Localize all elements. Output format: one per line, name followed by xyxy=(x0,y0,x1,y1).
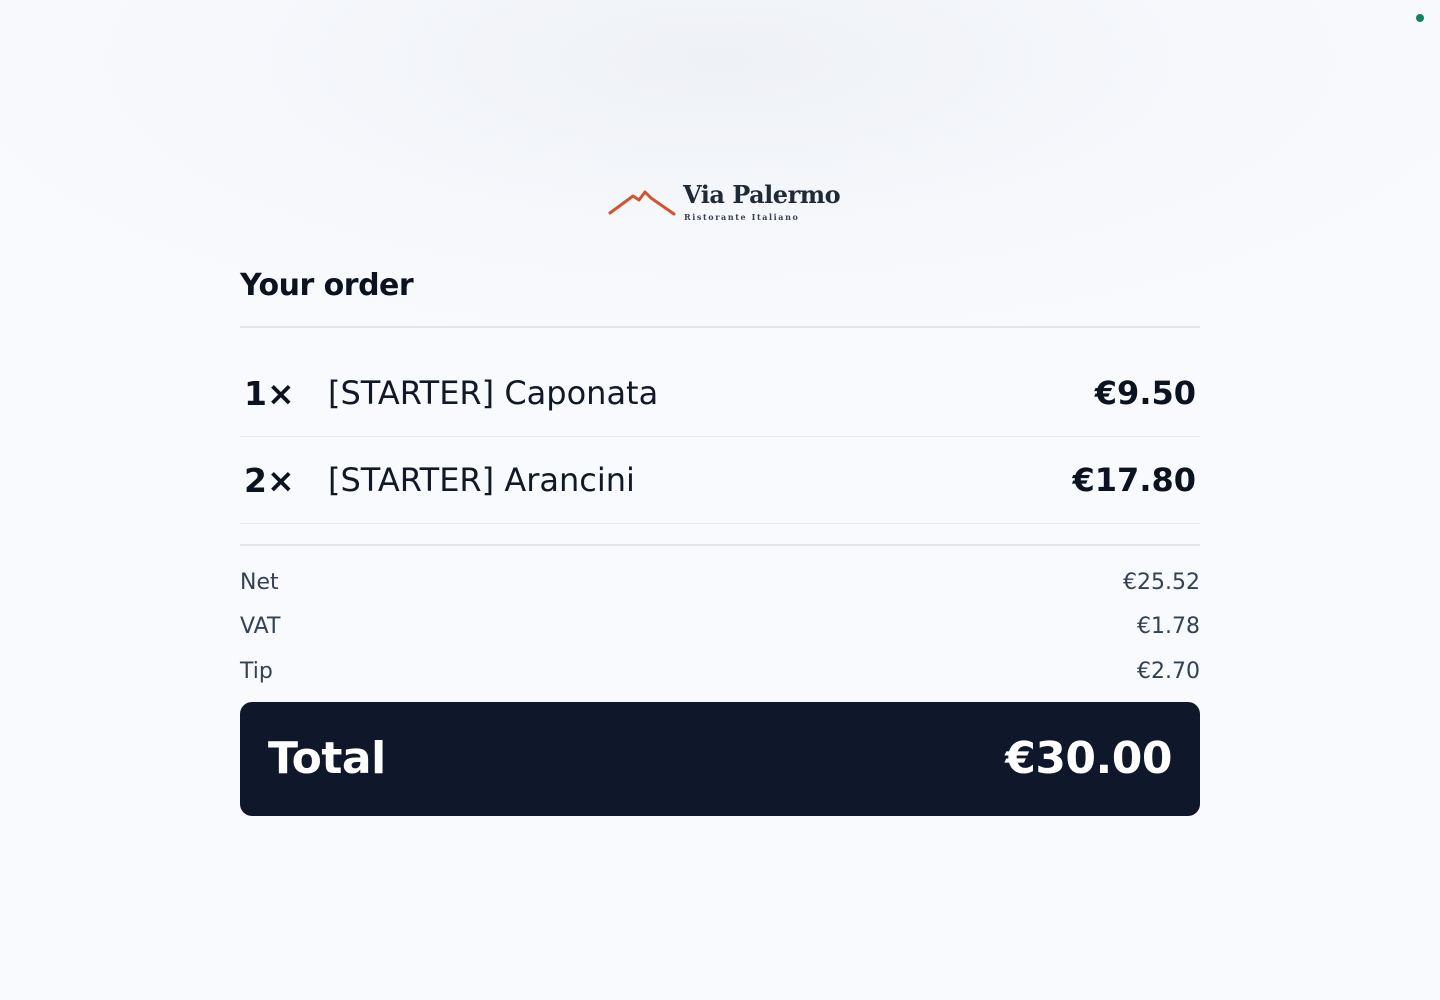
divider xyxy=(240,544,1200,546)
net-label: Net xyxy=(240,569,279,595)
divider xyxy=(240,326,1200,328)
vat-row: VAT €1.78 xyxy=(240,605,1200,650)
item-name: [STARTER] Caponata xyxy=(328,374,659,412)
net-value: €25.52 xyxy=(1123,569,1200,595)
item-price: €9.50 xyxy=(1094,374,1196,412)
vat-value: €1.78 xyxy=(1137,614,1200,640)
list-item: 1× [STARTER] Caponata €9.50 xyxy=(240,350,1200,437)
total-label: Total xyxy=(268,733,386,784)
item-quantity: 1× xyxy=(244,373,295,413)
item-name: [STARTER] Arancini xyxy=(328,461,635,499)
item-price: €17.80 xyxy=(1072,461,1196,499)
tip-value: €2.70 xyxy=(1137,658,1200,684)
order-summary: Your order 1× [STARTER] Caponata €9.50 2… xyxy=(240,262,1200,816)
mountain-icon xyxy=(608,190,676,216)
item-quantity: 2× xyxy=(244,460,295,500)
brand-logo: Via Palermo Ristorante Italiano xyxy=(608,180,841,228)
brand-name: Via Palermo xyxy=(683,180,841,209)
page-title: Your order xyxy=(240,268,414,303)
tip-row: Tip €2.70 xyxy=(240,649,1200,694)
total-value: €30.00 xyxy=(1005,733,1172,784)
total-bar: Total €30.00 xyxy=(240,701,1200,816)
brand-tagline: Ristorante Italiano xyxy=(684,212,800,222)
tip-label: Tip xyxy=(240,658,273,684)
net-row: Net €25.52 xyxy=(240,560,1200,605)
status-indicator-dot xyxy=(1416,14,1424,22)
vat-label: VAT xyxy=(240,614,281,640)
list-item: 2× [STARTER] Arancini €17.80 xyxy=(240,437,1200,524)
